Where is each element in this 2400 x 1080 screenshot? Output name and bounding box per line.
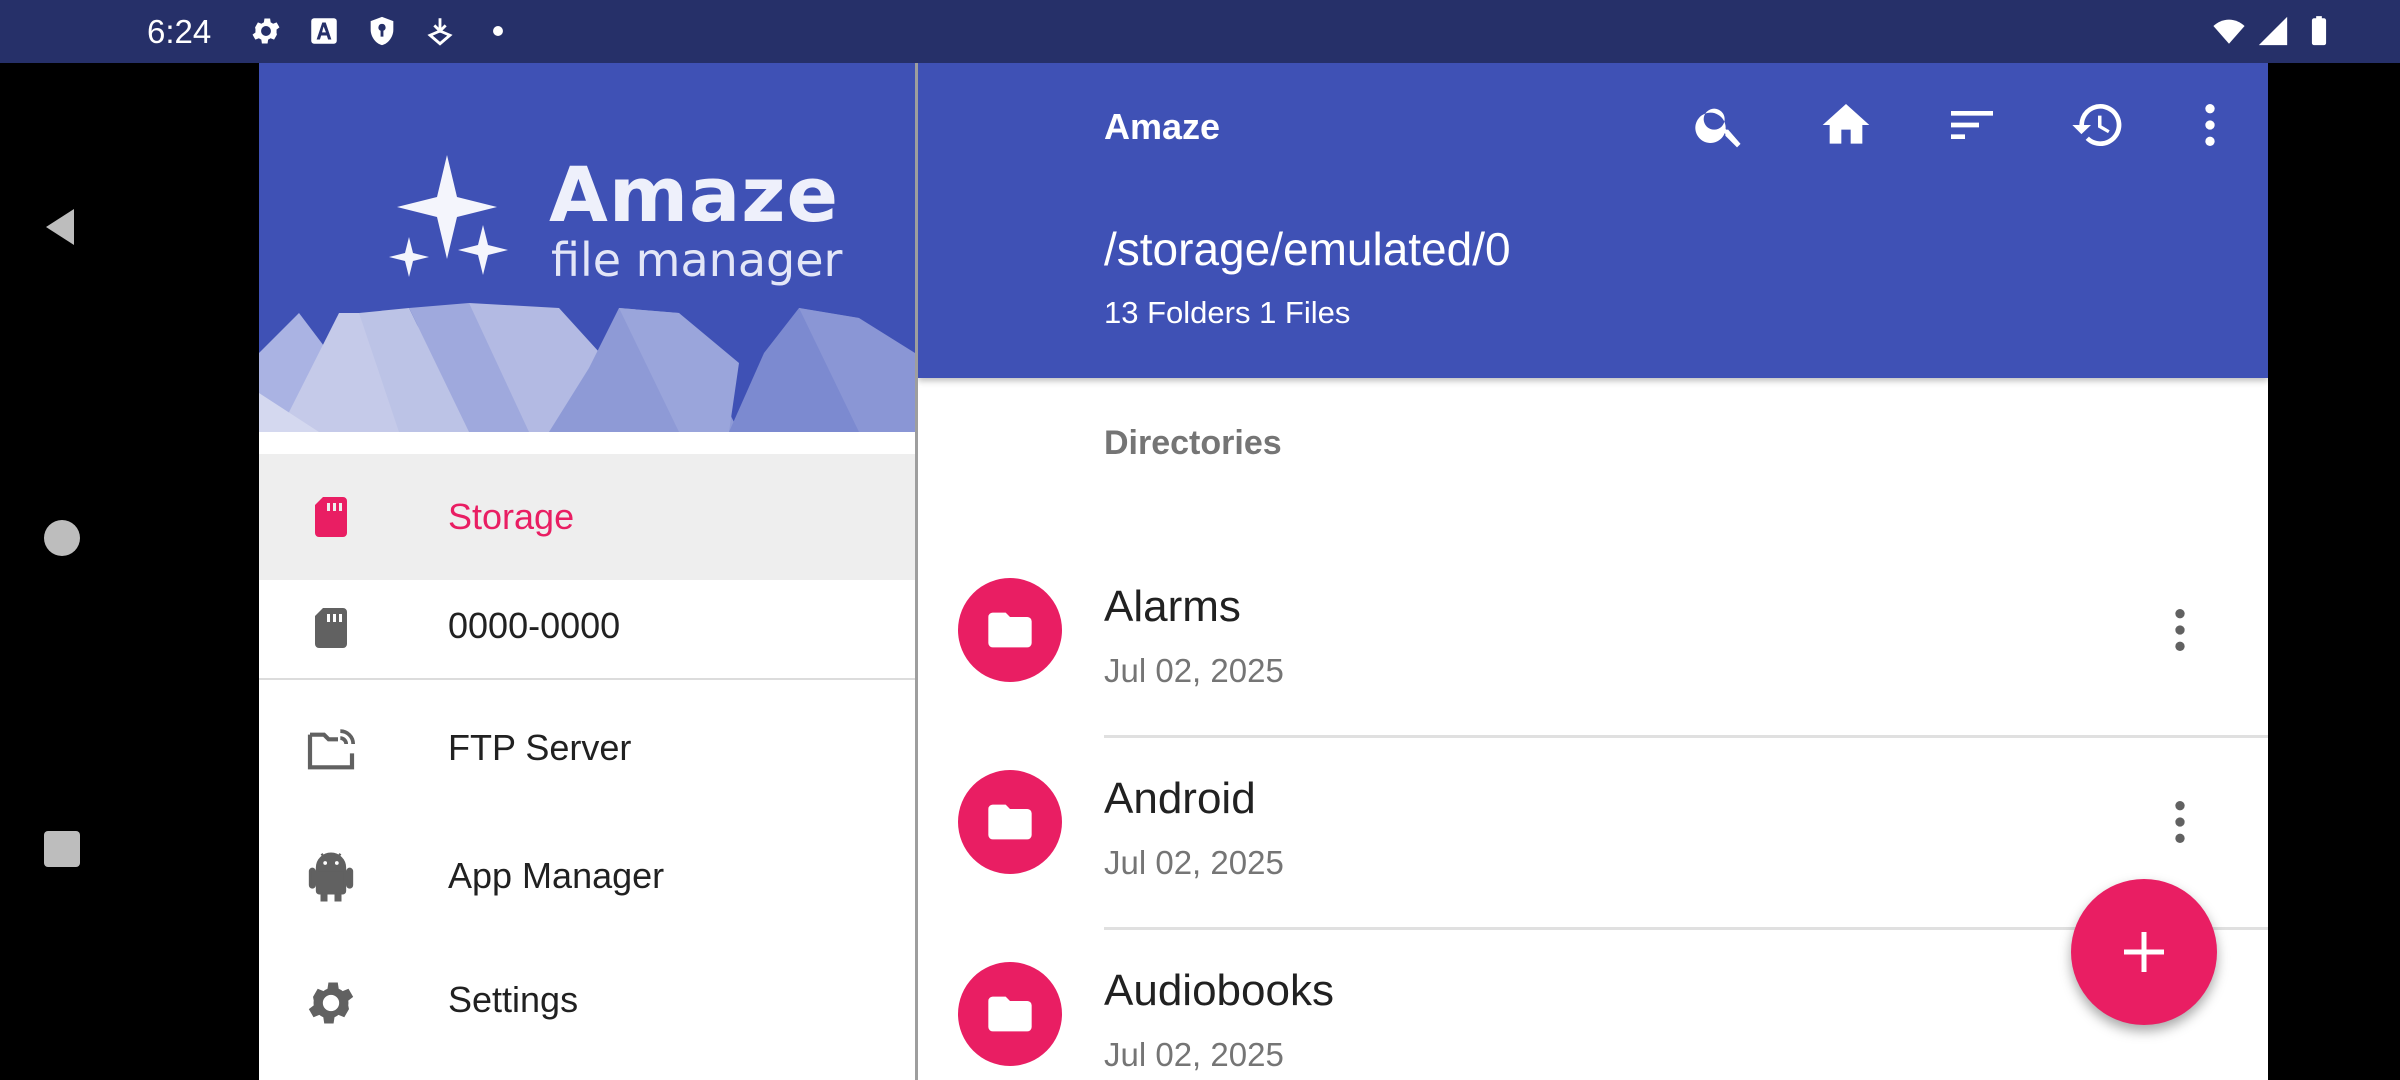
drawer-item-app-manager[interactable]: App Manager [259,829,915,955]
drawer-item-label: Storage [448,496,575,537]
battery-icon [2302,14,2336,48]
navigation-bar [0,63,259,1080]
more-vert-icon[interactable] [2152,602,2208,658]
folder-icon [958,578,1062,682]
section-header: Directories [1104,424,1282,462]
file-name: Android [1104,774,1256,823]
recents-icon[interactable] [38,825,86,873]
app-logo: Amaze file manager [549,150,843,287]
file-date: Jul 02, 2025 [1104,1036,1284,1073]
more-vert-icon[interactable] [2182,97,2238,153]
file-name: Alarms [1104,582,1241,631]
list-item[interactable]: Alarms Jul 02, 2025 [918,546,2268,738]
status-time: 6:24 [147,13,212,50]
drawer-divider [259,678,915,680]
wifi-icon [2212,14,2246,48]
add-fab-button[interactable] [2071,879,2217,1025]
drawer-item-settings[interactable]: Settings [259,955,915,1080]
app-bar: Amaze /storage/emulated/0 13 Folders 1 F… [918,63,2268,378]
folder-file-count: 13 Folders 1 Files [1104,295,1351,330]
file-name: Audiobooks [1104,966,1334,1015]
plus-icon [2124,932,2164,972]
sparkle-logo-icon [389,155,508,277]
search-icon[interactable] [1692,97,1748,153]
sort-icon[interactable] [1944,97,2000,153]
drawer-item-label: 0000-0000 [448,605,621,646]
main-content: Amaze /storage/emulated/0 13 Folders 1 F… [918,63,2268,1080]
list-item[interactable]: Audiobooks Jul 02, 2025 [918,930,2268,1080]
logo-subtitle: file manager [551,233,843,287]
status-bar: 6:24 [0,0,2400,63]
back-icon[interactable] [38,203,86,251]
folder-icon [958,770,1062,874]
sd-card-icon [307,493,355,541]
sd-card-icon [307,604,355,652]
screen-edge [2268,63,2400,1080]
navigation-drawer: Amaze file manager Storage 0000-0000 FTP… [259,63,915,1080]
ftp-folder-icon [303,723,359,779]
shield-icon [365,14,399,48]
app-title: Amaze [1104,106,1221,147]
download-icon [423,14,457,48]
drawer-item-sd-card[interactable]: 0000-0000 [259,580,915,678]
history-icon[interactable] [2070,97,2126,153]
home-icon[interactable] [1818,97,1874,153]
drawer-header: Amaze file manager [259,63,915,432]
home-icon[interactable] [38,514,86,562]
more-vert-icon[interactable] [2152,794,2208,850]
font-a-icon [307,14,341,48]
drawer-item-label: FTP Server [448,727,632,768]
drawer-item-label: Settings [448,979,579,1020]
logo-title: Amaze [549,150,840,239]
gear-icon [303,975,359,1031]
file-date: Jul 02, 2025 [1104,652,1284,689]
settings-icon [249,14,283,48]
folder-icon [958,962,1062,1066]
dot-icon [481,14,515,48]
drawer-item-ftp-server[interactable]: FTP Server [259,703,915,829]
current-path[interactable]: /storage/emulated/0 [1104,223,1511,275]
drawer-item-label: App Manager [448,855,665,896]
file-date: Jul 02, 2025 [1104,844,1284,881]
drawer-item-storage[interactable]: Storage [259,454,915,580]
signal-icon [2256,14,2290,48]
android-icon [303,849,359,905]
list-item[interactable]: Android Jul 02, 2025 [918,738,2268,930]
